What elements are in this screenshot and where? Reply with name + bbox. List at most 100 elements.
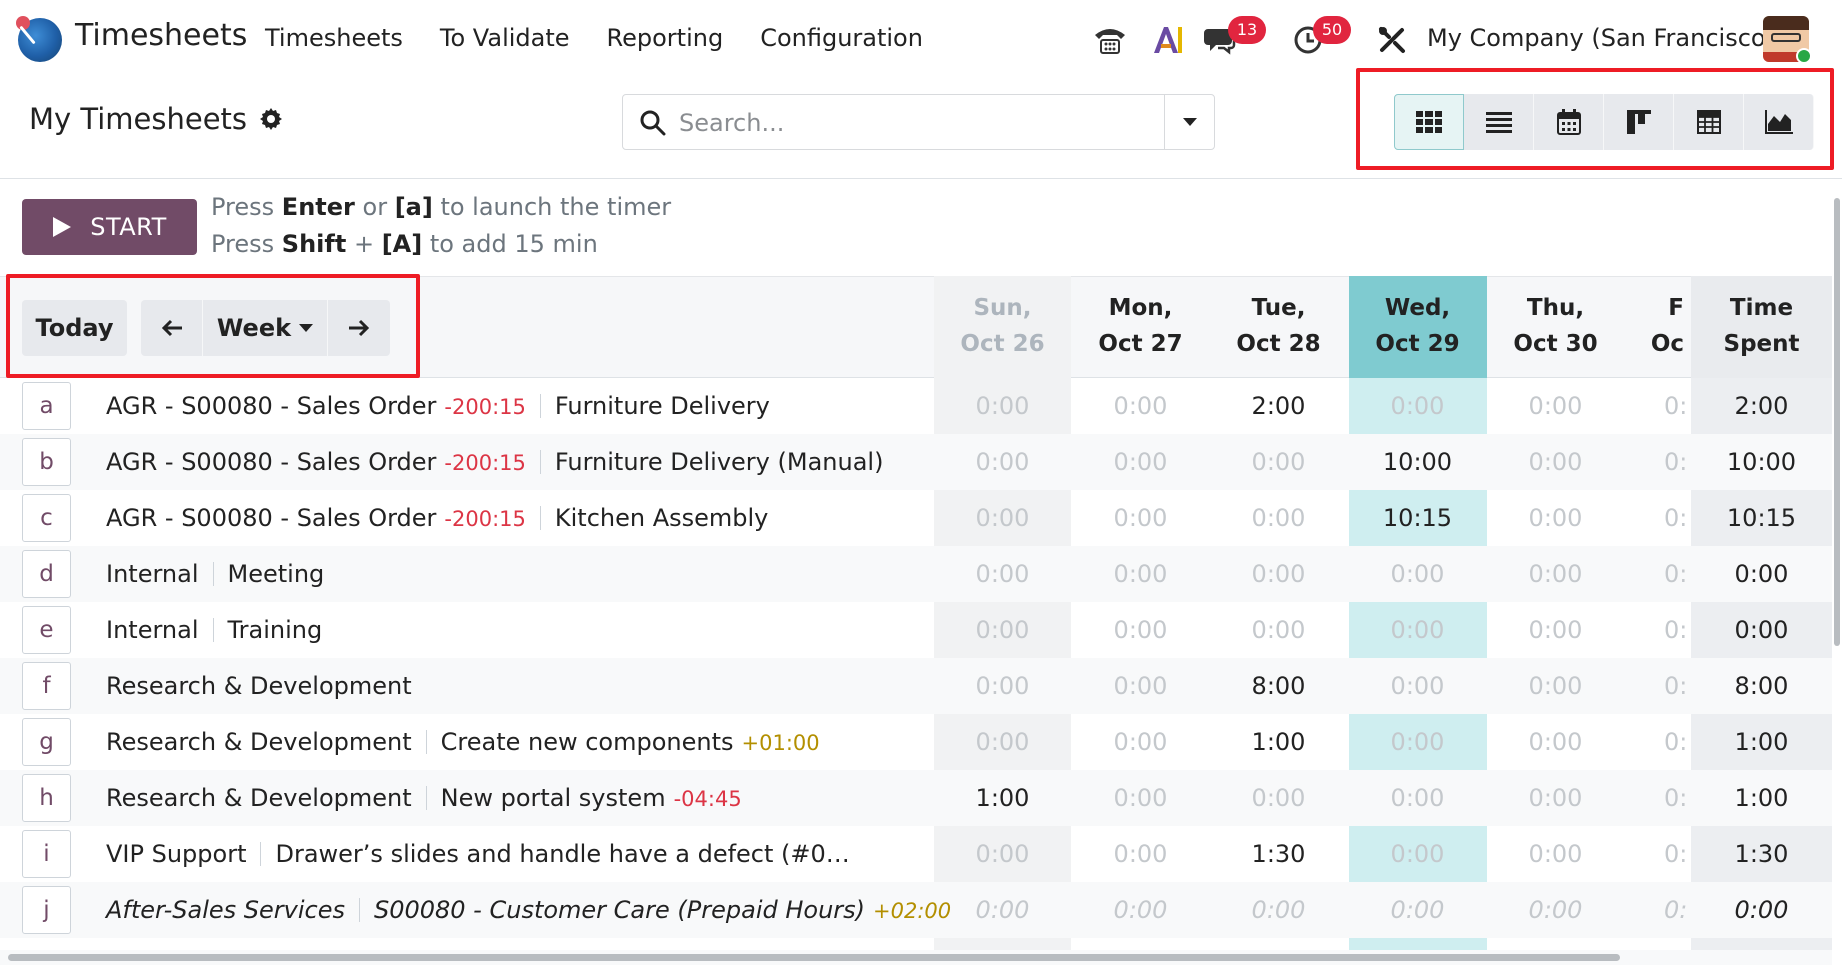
time-cell[interactable]: 0:00 bbox=[1210, 602, 1347, 658]
menu-item-to-validate[interactable]: To Validate bbox=[440, 24, 570, 52]
range-selector[interactable]: Week bbox=[203, 300, 328, 356]
view-list-button[interactable] bbox=[1464, 94, 1534, 150]
time-cell[interactable]: 0: bbox=[1664, 546, 1694, 602]
row-shortcut-key[interactable]: f bbox=[22, 662, 71, 710]
time-cell[interactable]: 0:00 bbox=[1349, 546, 1486, 602]
view-graph-button[interactable] bbox=[1744, 94, 1814, 150]
time-cell[interactable]: 0: bbox=[1664, 602, 1694, 658]
row-shortcut-key[interactable]: a bbox=[22, 382, 71, 430]
time-cell[interactable]: 0: bbox=[1664, 882, 1694, 938]
view-pivot-button[interactable] bbox=[1674, 94, 1744, 150]
company-switcher[interactable]: My Company (San Francisco) bbox=[1427, 24, 1775, 52]
row-shortcut-key[interactable]: i bbox=[22, 830, 71, 878]
time-cell[interactable]: 0:00 bbox=[1072, 602, 1209, 658]
time-cell[interactable]: 0: bbox=[1664, 714, 1694, 770]
debug-tools-icon[interactable] bbox=[1372, 18, 1412, 62]
time-cell[interactable]: 10:15 bbox=[1349, 490, 1486, 546]
row-shortcut-key[interactable]: c bbox=[22, 494, 71, 542]
time-cell[interactable]: 0:00 bbox=[934, 826, 1071, 882]
time-cell[interactable]: 1:00 bbox=[934, 770, 1071, 826]
timer-start-button[interactable]: START bbox=[22, 199, 197, 255]
search-options-toggle[interactable] bbox=[1164, 95, 1214, 149]
time-cell[interactable]: 0:00 bbox=[1072, 714, 1209, 770]
app-brand[interactable]: Timesheets bbox=[75, 18, 247, 53]
time-cell[interactable]: 0:00 bbox=[1487, 826, 1624, 882]
settings-gear-icon[interactable] bbox=[259, 107, 283, 131]
view-kanban-button[interactable] bbox=[1604, 94, 1674, 150]
time-cell[interactable]: 0:00 bbox=[1072, 434, 1209, 490]
horizontal-scrollbar[interactable] bbox=[0, 950, 1832, 965]
time-cell[interactable]: 0:00 bbox=[1072, 378, 1209, 434]
today-button[interactable]: Today bbox=[22, 300, 127, 356]
time-cell[interactable]: 0:00 bbox=[1072, 658, 1209, 714]
time-cell[interactable]: 0:00 bbox=[1487, 546, 1624, 602]
time-cell[interactable]: 0:00 bbox=[1487, 434, 1624, 490]
row-shortcut-key[interactable]: b bbox=[22, 438, 71, 486]
time-cell[interactable]: 0: bbox=[1664, 770, 1694, 826]
time-cell[interactable]: 0:00 bbox=[1487, 490, 1624, 546]
row-shortcut-key[interactable]: e bbox=[22, 606, 71, 654]
time-cell[interactable]: 0:00 bbox=[1349, 714, 1486, 770]
time-cell[interactable]: 0:00 bbox=[1487, 658, 1624, 714]
timesheets-app-icon[interactable] bbox=[16, 16, 62, 62]
table-row[interactable]: a AGR - S00080 - Sales Order -200:15 Furnit… bbox=[0, 378, 1832, 434]
time-cell[interactable]: 8:00 bbox=[1210, 658, 1347, 714]
time-cell[interactable]: 0: bbox=[1664, 658, 1694, 714]
time-cell[interactable]: 0: bbox=[1664, 490, 1694, 546]
ai-icon[interactable] bbox=[1148, 18, 1188, 62]
table-row[interactable]: f Research & Development 0:00 0:00 8:00 0:00 0… bbox=[0, 658, 1832, 714]
menu-item-configuration[interactable]: Configuration bbox=[760, 24, 923, 52]
time-cell[interactable]: 0:00 bbox=[934, 658, 1071, 714]
time-cell[interactable]: 10:00 bbox=[1349, 434, 1486, 490]
time-cell[interactable]: 0: bbox=[1664, 434, 1694, 490]
time-cell[interactable]: 1:30 bbox=[1210, 826, 1347, 882]
row-shortcut-key[interactable]: j bbox=[22, 886, 71, 934]
table-row[interactable]: e Internal Training 0:00 0:00 0:00 0:00 0:00 0: 0… bbox=[0, 602, 1832, 658]
next-period-button[interactable] bbox=[328, 300, 390, 356]
time-cell[interactable]: 0:00 bbox=[934, 434, 1071, 490]
time-cell[interactable]: 0:00 bbox=[1349, 602, 1486, 658]
table-row[interactable]: g Research & Development Create new compon… bbox=[0, 714, 1832, 770]
menu-item-reporting[interactable]: Reporting bbox=[607, 24, 724, 52]
time-cell[interactable]: 0:00 bbox=[1072, 546, 1209, 602]
table-row[interactable]: d Internal Meeting 0:00 0:00 0:00 0:00 0:00 0: 0:… bbox=[0, 546, 1832, 602]
time-cell[interactable]: 0:00 bbox=[1210, 490, 1347, 546]
time-cell[interactable]: 0:00 bbox=[934, 490, 1071, 546]
time-cell[interactable]: 0:00 bbox=[1349, 882, 1486, 938]
view-calendar-button[interactable] bbox=[1534, 94, 1604, 150]
time-cell[interactable]: 1:00 bbox=[1210, 714, 1347, 770]
table-row[interactable]: h Research & Development New portal system… bbox=[0, 770, 1832, 826]
time-cell[interactable]: 0:00 bbox=[1487, 602, 1624, 658]
phone-icon[interactable] bbox=[1090, 18, 1130, 62]
time-cell[interactable]: 0:00 bbox=[1210, 546, 1347, 602]
time-cell[interactable]: 0:00 bbox=[1210, 770, 1347, 826]
time-cell[interactable]: 0:00 bbox=[934, 378, 1071, 434]
time-cell[interactable]: 0:00 bbox=[1487, 770, 1624, 826]
row-shortcut-key[interactable]: h bbox=[22, 774, 71, 822]
time-cell[interactable]: 0:00 bbox=[934, 882, 1071, 938]
row-shortcut-key[interactable]: g bbox=[22, 718, 71, 766]
search-input[interactable] bbox=[679, 105, 1139, 141]
table-row[interactable]: b AGR - S00080 - Sales Order -200:15 Furnit… bbox=[0, 434, 1832, 490]
menu-item-timesheets[interactable]: Timesheets bbox=[265, 24, 403, 52]
time-cell[interactable]: 0:00 bbox=[934, 714, 1071, 770]
view-grid-button[interactable] bbox=[1394, 94, 1464, 150]
time-cell[interactable]: 0: bbox=[1664, 378, 1694, 434]
time-cell[interactable]: 0:00 bbox=[1349, 378, 1486, 434]
table-row[interactable]: c AGR - S00080 - Sales Order -200:15 Kitche… bbox=[0, 490, 1832, 546]
time-cell[interactable]: 0:00 bbox=[934, 602, 1071, 658]
previous-period-button[interactable] bbox=[141, 300, 203, 356]
time-cell[interactable]: 0:00 bbox=[1210, 882, 1347, 938]
time-cell[interactable]: 0:00 bbox=[1072, 490, 1209, 546]
time-cell[interactable]: 0:00 bbox=[1487, 378, 1624, 434]
time-cell[interactable]: 0:00 bbox=[1210, 434, 1347, 490]
time-cell[interactable]: 0:00 bbox=[1349, 658, 1486, 714]
time-cell[interactable]: 0:00 bbox=[1072, 770, 1209, 826]
table-row[interactable]: j After-Sales Services S00080 - Customer C… bbox=[0, 882, 1832, 938]
time-cell[interactable]: 0:00 bbox=[1349, 770, 1486, 826]
time-cell[interactable]: 0:00 bbox=[1072, 882, 1209, 938]
time-cell[interactable]: 0:00 bbox=[1487, 882, 1624, 938]
time-cell[interactable]: 0:00 bbox=[1349, 826, 1486, 882]
time-cell[interactable]: 2:00 bbox=[1210, 378, 1347, 434]
time-cell[interactable]: 0:00 bbox=[934, 546, 1071, 602]
